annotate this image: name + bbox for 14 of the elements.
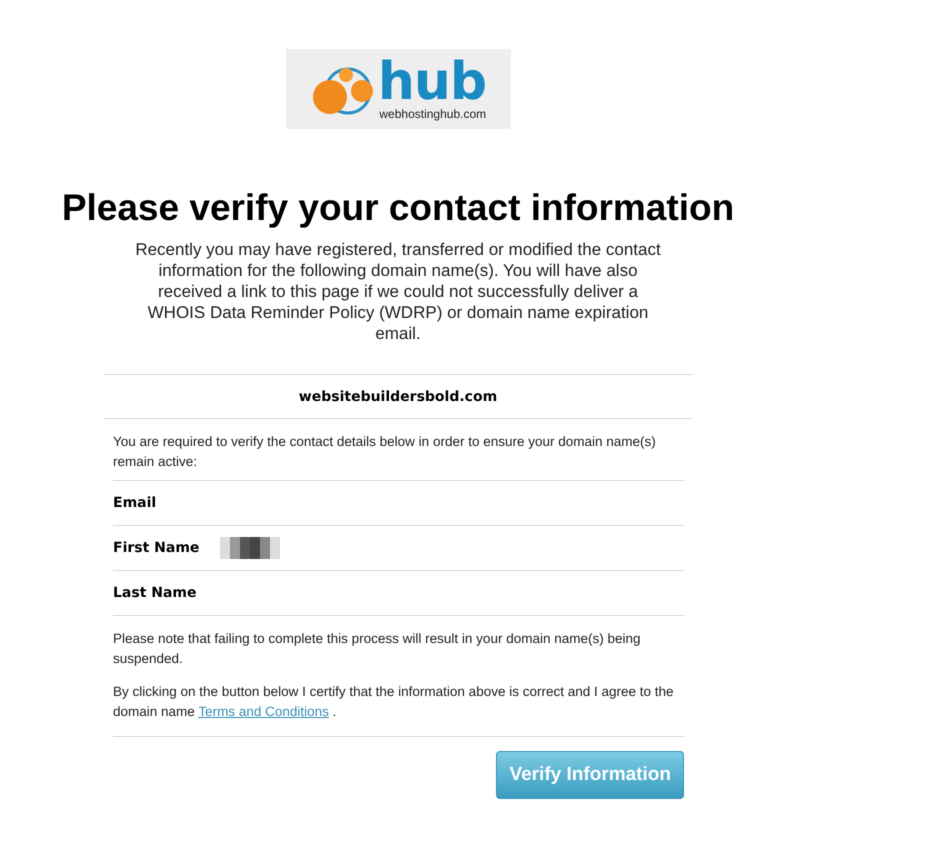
field-label: Last Name	[113, 585, 197, 601]
verify-button[interactable]: Verify Information	[496, 751, 684, 799]
field-label: Email	[113, 495, 158, 511]
domain-name: websitebuildersbold.com	[104, 375, 692, 419]
logo-wordmark: hub	[378, 57, 486, 107]
field-label: First Name	[113, 540, 200, 556]
warning-text: Please note that failing to complete this process will result in your domain name(s) being suspended.	[113, 630, 642, 668]
instruction-text: You are required to verify the contact details below in order to ensure your domain name(s) remain active:	[113, 419, 684, 481]
page-heading: Please verify your contact information	[62, 187, 734, 229]
logo-tagline: webhostinghub.com	[379, 107, 486, 121]
redacted-value	[220, 537, 280, 559]
terms-link[interactable]: Terms and Conditions	[198, 704, 329, 719]
intro-text: Recently you may have registered, transferred or modified the contact information for the following domain name(s). You will have also received a link to this page if we could not successfully deliver a WHOIS Data Reminder Policy (WDRP) or domain name expiration email.	[134, 239, 662, 344]
agreement-text: By clicking on the button below I certify that the information above is correct and I agree to the domain name Terms and Conditions .	[113, 669, 684, 737]
